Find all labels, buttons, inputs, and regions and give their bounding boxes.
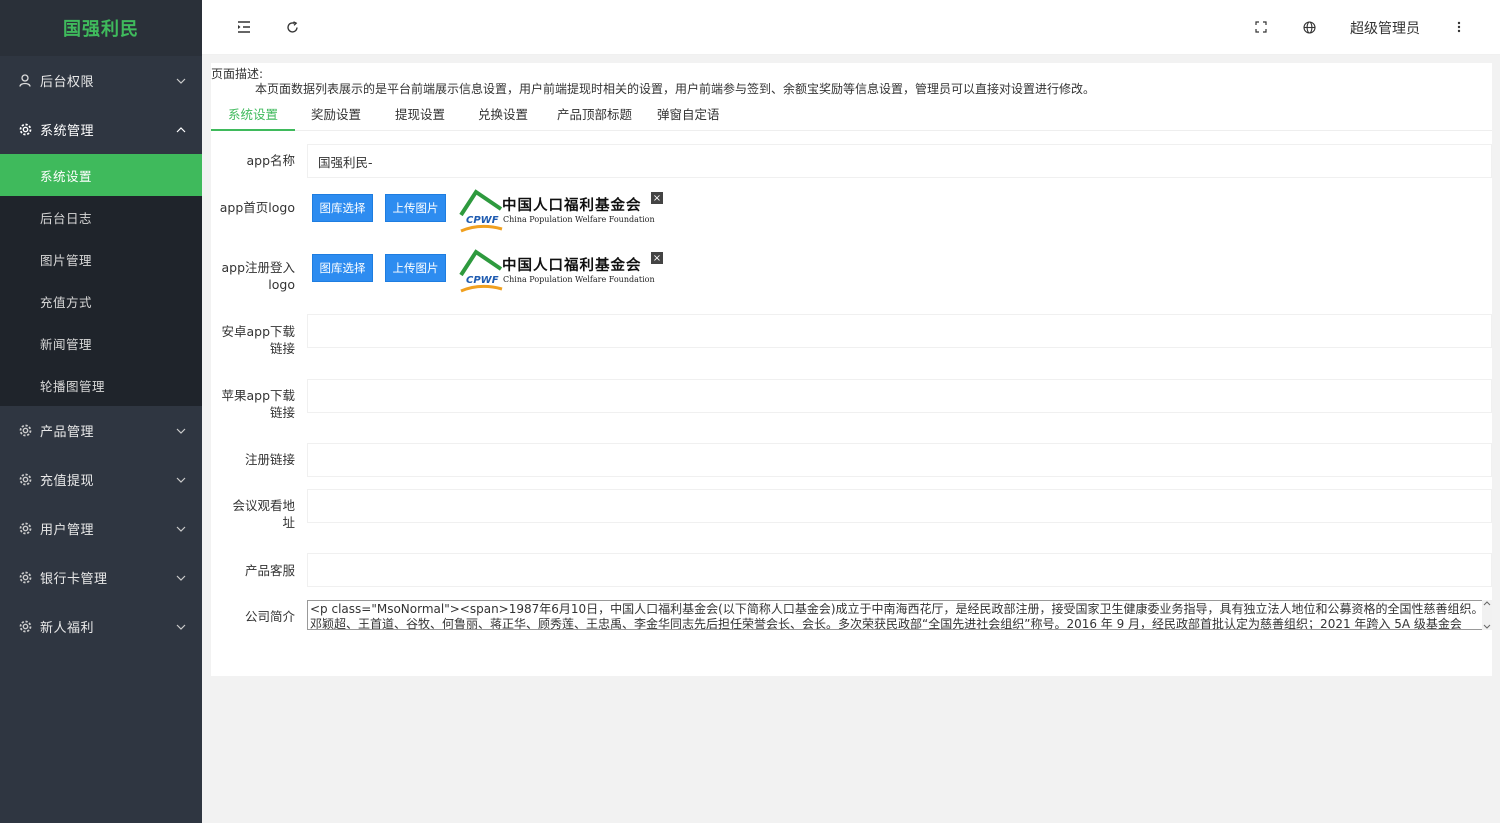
sidebar-group-recharge-withdraw[interactable]: 充值提现	[0, 455, 202, 504]
home-logo-preview: CPWF 中国人口福利基金会 China Population Welfare …	[458, 189, 663, 235]
android-link-input[interactable]	[307, 314, 1492, 348]
login-logo-label-line-1: app注册登入	[221, 260, 295, 275]
tab-exchange-settings[interactable]: 兑换设置	[478, 104, 528, 123]
home-logo-gallery-button[interactable]: 图库选择	[312, 194, 373, 222]
service-input[interactable]	[307, 553, 1492, 587]
gear-icon	[18, 123, 32, 137]
android-link-label: 安卓app下载 链接	[205, 323, 295, 357]
chevron-down-icon	[176, 477, 186, 483]
sidebar-item-system-settings[interactable]: 系统设置	[0, 154, 202, 196]
remove-home-logo-icon[interactable]: ×	[651, 192, 663, 204]
sidebar-group-label: 新人福利	[40, 621, 95, 636]
sidebar-group-label: 充值提现	[40, 474, 95, 489]
sidebar-group-label: 银行卡管理	[40, 572, 108, 587]
menu-fold-icon[interactable]	[235, 18, 253, 36]
chevron-down-icon	[176, 428, 186, 434]
logo-english-name: China Population Welfare Foundation	[503, 215, 655, 224]
ios-link-label: 苹果app下载 链接	[205, 387, 295, 421]
ios-link-input[interactable]	[307, 379, 1492, 413]
logo-chinese-name: 中国人口福利基金会	[502, 257, 642, 274]
more-icon[interactable]	[1450, 18, 1468, 36]
ios-link-label-line-2: 链接	[269, 405, 295, 420]
sidebar: 国强利民 后台权限 系统管理 系统设置 后台日志 图片管理 充值方式 新闻管理 …	[0, 0, 202, 823]
home-logo-upload-button[interactable]: 上传图片	[385, 194, 446, 222]
brand-logo: 国强利民	[0, 0, 202, 56]
logo-abbr: CPWF	[466, 275, 499, 286]
service-label: 产品客服	[244, 563, 295, 578]
sidebar-group-permissions[interactable]: 后台权限	[0, 56, 202, 105]
sidebar-group-newbie-welfare[interactable]: 新人福利	[0, 602, 202, 651]
app-name-input[interactable]: 国强利民-	[307, 144, 1492, 178]
ios-link-label-line-1: 苹果app下载	[221, 388, 295, 403]
sidebar-group-users[interactable]: 用户管理	[0, 504, 202, 553]
sidebar-group-label: 系统管理	[40, 124, 95, 139]
tab-product-top-title[interactable]: 产品顶部标题	[557, 104, 632, 123]
sidebar-submenu-system: 系统设置 后台日志 图片管理 充值方式 新闻管理 轮播图管理	[0, 154, 202, 406]
active-tab-indicator	[211, 129, 295, 131]
login-logo-label: app注册登入 logo	[205, 259, 295, 293]
app-name-label: app名称	[246, 153, 295, 168]
android-link-label-line-1: 安卓app下载	[221, 324, 295, 339]
settings-card: 页面描述: 本页面数据列表展示的是平台前端展示信息设置，用户前端提现时相关的设置…	[211, 63, 1492, 676]
user-icon	[18, 74, 32, 88]
meeting-url-label-line-1: 会议观看地	[232, 498, 295, 513]
login-logo-upload-button[interactable]: 上传图片	[385, 254, 446, 282]
sidebar-group-label: 后台权限	[40, 75, 95, 90]
login-logo-preview: CPWF 中国人口福利基金会 China Population Welfare …	[458, 249, 663, 295]
company-intro-label: 公司简介	[244, 609, 295, 624]
chevron-down-icon	[176, 624, 186, 630]
android-link-label-line-2: 链接	[269, 341, 295, 356]
meeting-url-input[interactable]	[307, 489, 1492, 523]
tab-popup-custom-text[interactable]: 弹窗自定语	[657, 104, 720, 123]
sidebar-group-bank-cards[interactable]: 银行卡管理	[0, 553, 202, 602]
home-logo-label: app首页logo	[219, 200, 295, 215]
gear-icon	[18, 522, 32, 536]
chevron-down-icon	[176, 575, 186, 581]
sidebar-group-system[interactable]: 系统管理	[0, 105, 202, 154]
sidebar-group-products[interactable]: 产品管理	[0, 406, 202, 455]
sidebar-item-image-manage[interactable]: 图片管理	[0, 238, 202, 280]
register-link-input[interactable]	[307, 443, 1492, 477]
chevron-up-icon	[176, 126, 186, 132]
company-intro-textarea[interactable]: <p class="MsoNormal"><span>1987年6月10日，中国…	[307, 600, 1492, 630]
chevron-down-icon	[176, 526, 186, 532]
logo-abbr: CPWF	[466, 215, 499, 226]
meeting-url-label-line-2: 址	[282, 515, 295, 530]
login-logo-gallery-button[interactable]: 图库选择	[312, 254, 373, 282]
textarea-scrollbar[interactable]	[1482, 600, 1492, 630]
globe-icon[interactable]	[1300, 18, 1318, 36]
logo-chinese-name: 中国人口福利基金会	[502, 197, 642, 214]
meeting-url-label: 会议观看地 址	[205, 497, 295, 531]
gear-icon	[18, 424, 32, 438]
brand-title: 国强利民	[63, 19, 139, 40]
remove-login-logo-icon[interactable]: ×	[651, 252, 663, 264]
gear-icon	[18, 571, 32, 585]
login-logo-label-line-2: logo	[268, 277, 295, 292]
chevron-down-icon	[176, 78, 186, 84]
sidebar-item-recharge-method[interactable]: 充值方式	[0, 280, 202, 322]
sidebar-group-label: 产品管理	[40, 425, 95, 440]
fullscreen-icon[interactable]	[1252, 18, 1270, 36]
gear-icon	[18, 473, 32, 487]
sidebar-item-carousel-manage[interactable]: 轮播图管理	[0, 364, 202, 406]
page-description-text: 本页面数据列表展示的是平台前端展示信息设置，用户前端提现时相关的设置，用户前端参…	[255, 82, 1096, 96]
logo-english-name: China Population Welfare Foundation	[503, 275, 655, 284]
sidebar-item-news-manage[interactable]: 新闻管理	[0, 322, 202, 364]
register-link-label: 注册链接	[244, 452, 295, 467]
tab-system-settings[interactable]: 系统设置	[228, 104, 278, 123]
sidebar-item-admin-log[interactable]: 后台日志	[0, 196, 202, 238]
company-intro-line-2: 邓颖超、王首道、谷牧、何鲁丽、蒋正华、顾秀莲、王忠禹、李金华同志先后担任荣誉会长…	[310, 617, 1462, 630]
company-intro-line-1: <p class="MsoNormal"><span>1987年6月10日，中国…	[310, 602, 1484, 616]
gear-icon	[18, 620, 32, 634]
admin-user-name[interactable]: 超级管理员	[1350, 18, 1420, 38]
tab-reward-settings[interactable]: 奖励设置	[311, 104, 361, 123]
settings-tabs: 系统设置 奖励设置 提现设置 兑换设置 产品顶部标题 弹窗自定语	[211, 98, 1492, 131]
refresh-icon[interactable]	[283, 18, 301, 36]
top-header: 超级管理员	[202, 0, 1500, 55]
sidebar-group-label: 用户管理	[40, 523, 95, 538]
tab-withdraw-settings[interactable]: 提现设置	[395, 104, 445, 123]
